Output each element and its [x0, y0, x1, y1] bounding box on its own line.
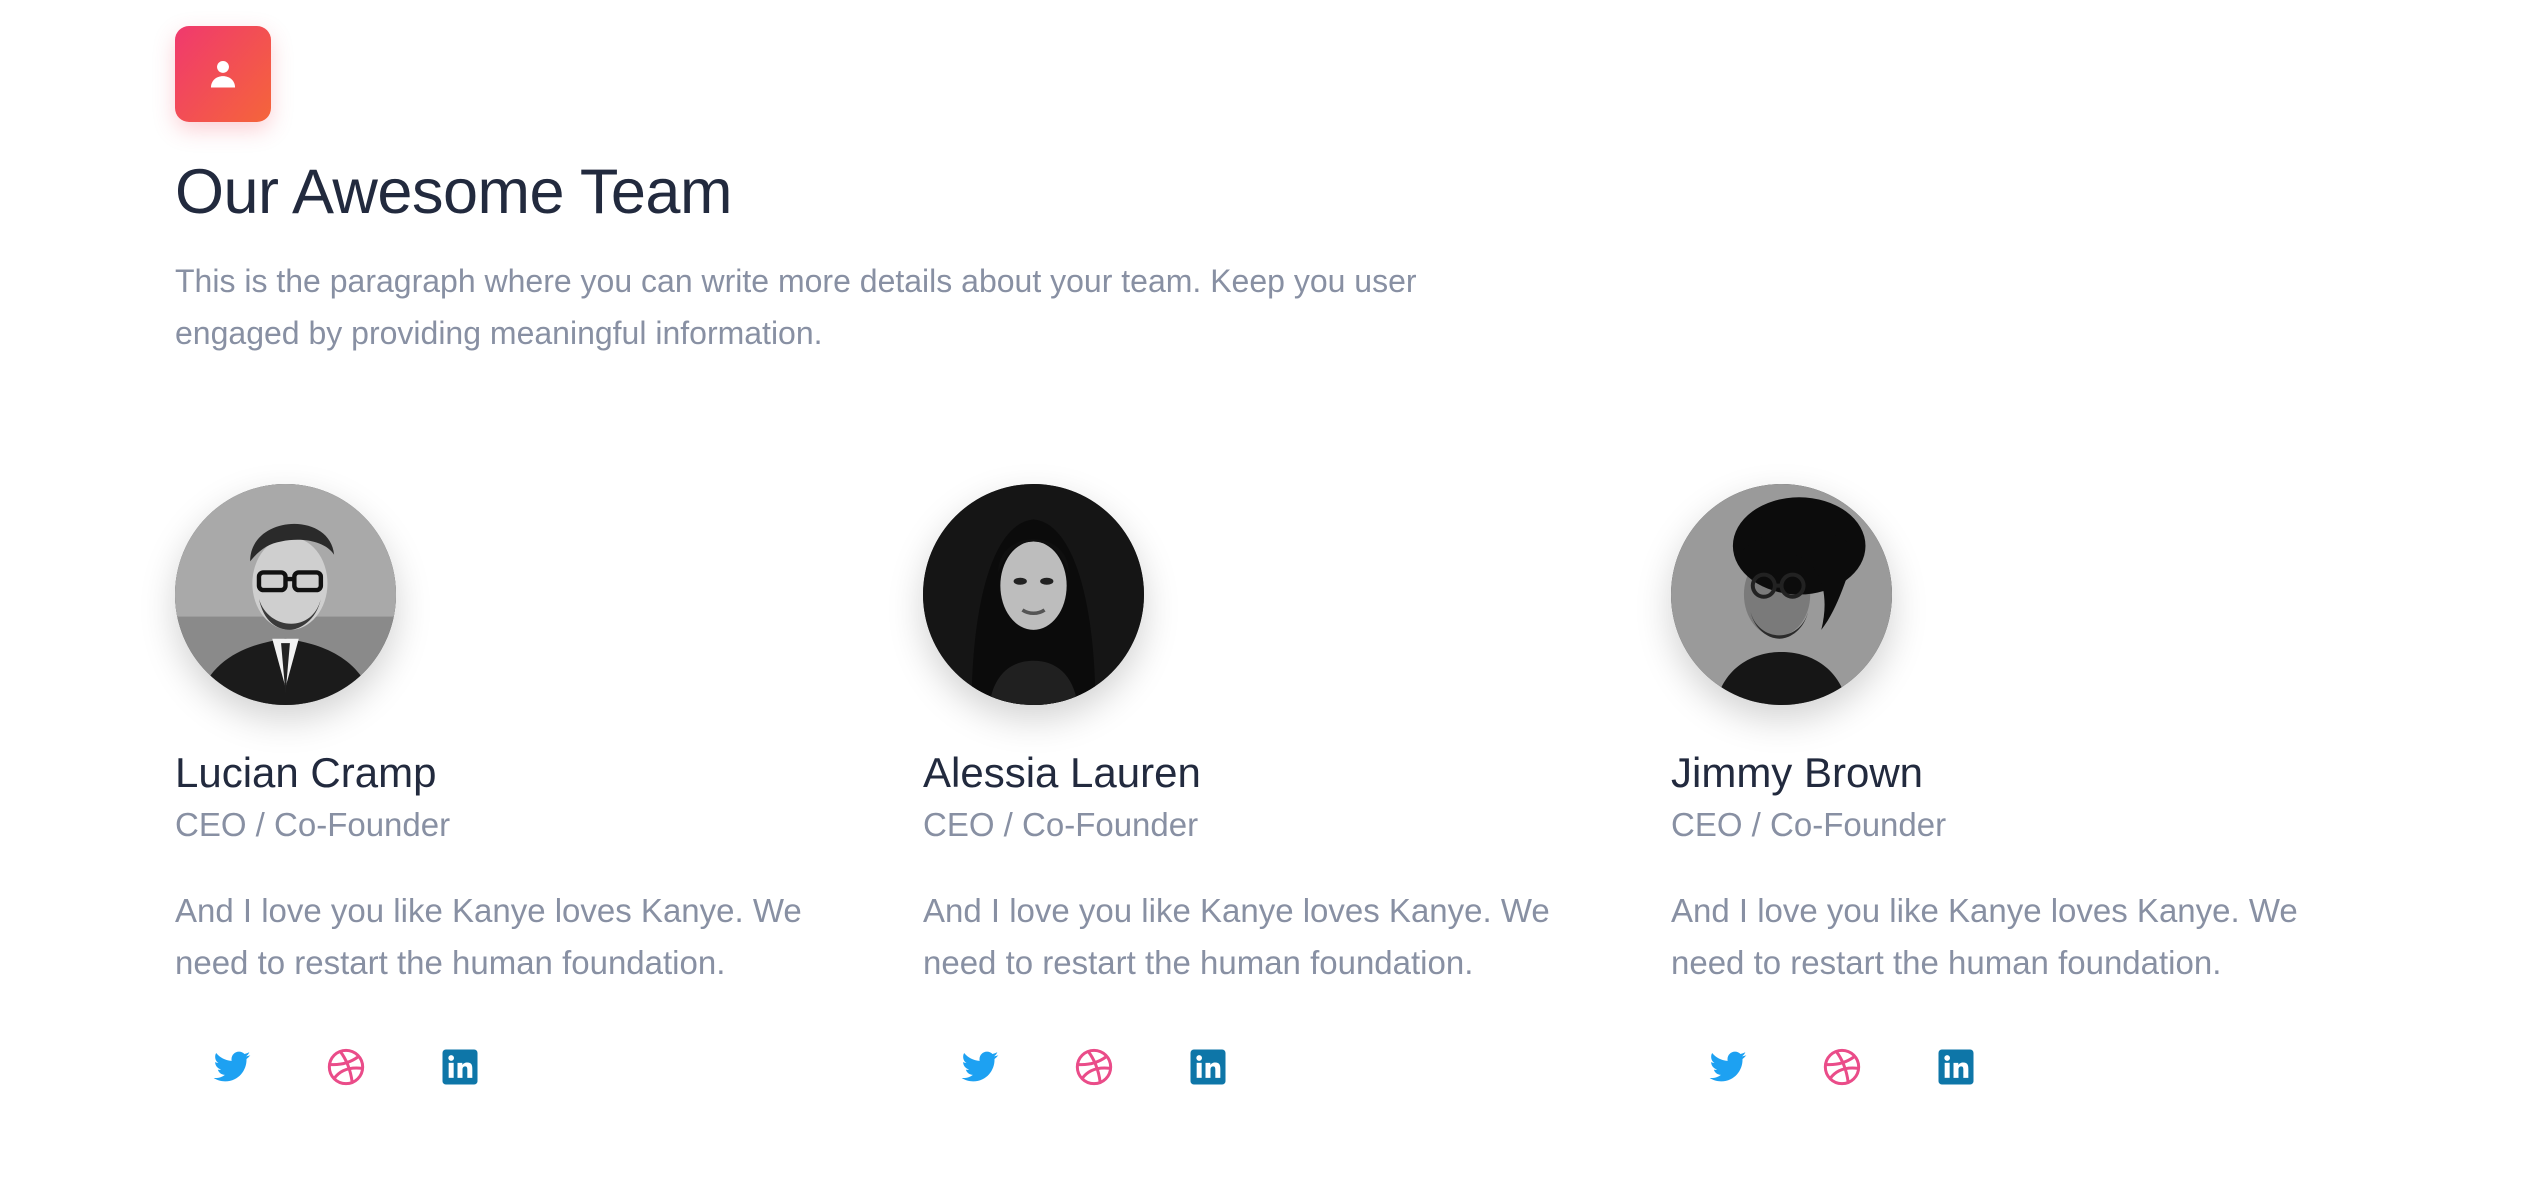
social-links — [175, 1037, 923, 1097]
linkedin-icon — [1190, 1049, 1226, 1085]
avatar — [923, 484, 1144, 705]
member-bio: And I love you like Kanye loves Kanye. W… — [175, 892, 802, 981]
team-member-card: Jimmy Brown CEO / Co-Founder And I love … — [1671, 484, 2419, 1097]
member-role: CEO / Co-Founder — [1671, 806, 1947, 843]
linkedin-button[interactable] — [403, 1037, 517, 1097]
member-bio: And I love you like Kanye loves Kanye. W… — [1671, 892, 2298, 981]
linkedin-button[interactable] — [1151, 1037, 1265, 1097]
member-name: Lucian Cramp — [175, 749, 437, 796]
twitter-button[interactable] — [923, 1037, 1037, 1097]
twitter-icon — [213, 1051, 251, 1082]
avatar — [1671, 484, 1892, 705]
member-bio: And I love you like Kanye loves Kanye. W… — [923, 892, 1550, 981]
user-icon — [175, 26, 271, 122]
member-name: Jimmy Brown — [1671, 749, 1924, 796]
dribbble-icon — [327, 1048, 365, 1086]
twitter-button[interactable] — [175, 1037, 289, 1097]
team-grid: Lucian Cramp CEO / Co-Founder And I love… — [175, 484, 2419, 1097]
linkedin-icon — [1938, 1049, 1974, 1085]
intro-paragraph: This is the paragraph where you can writ… — [175, 263, 1417, 352]
team-member-card: Lucian Cramp CEO / Co-Founder And I love… — [175, 484, 923, 1097]
linkedin-icon — [442, 1049, 478, 1085]
member-role: CEO / Co-Founder — [175, 806, 451, 843]
twitter-icon — [961, 1051, 999, 1082]
social-links — [923, 1037, 1671, 1097]
member-name: Alessia Lauren — [923, 749, 1201, 796]
avatar — [175, 484, 396, 705]
twitter-button[interactable] — [1671, 1037, 1785, 1097]
linkedin-button[interactable] — [1899, 1037, 2013, 1097]
page-title: Our Awesome Team — [175, 157, 732, 227]
team-section: Our Awesome Team This is the paragraph w… — [175, 26, 2375, 1086]
social-links — [1671, 1037, 2419, 1097]
dribbble-button[interactable] — [1037, 1037, 1151, 1097]
dribbble-icon — [1075, 1048, 1113, 1086]
twitter-icon — [1709, 1051, 1747, 1082]
dribbble-button[interactable] — [289, 1037, 403, 1097]
dribbble-button[interactable] — [1785, 1037, 1899, 1097]
dribbble-icon — [1823, 1048, 1861, 1086]
member-role: CEO / Co-Founder — [923, 806, 1199, 843]
team-member-card: Alessia Lauren CEO / Co-Founder And I lo… — [923, 484, 1671, 1097]
